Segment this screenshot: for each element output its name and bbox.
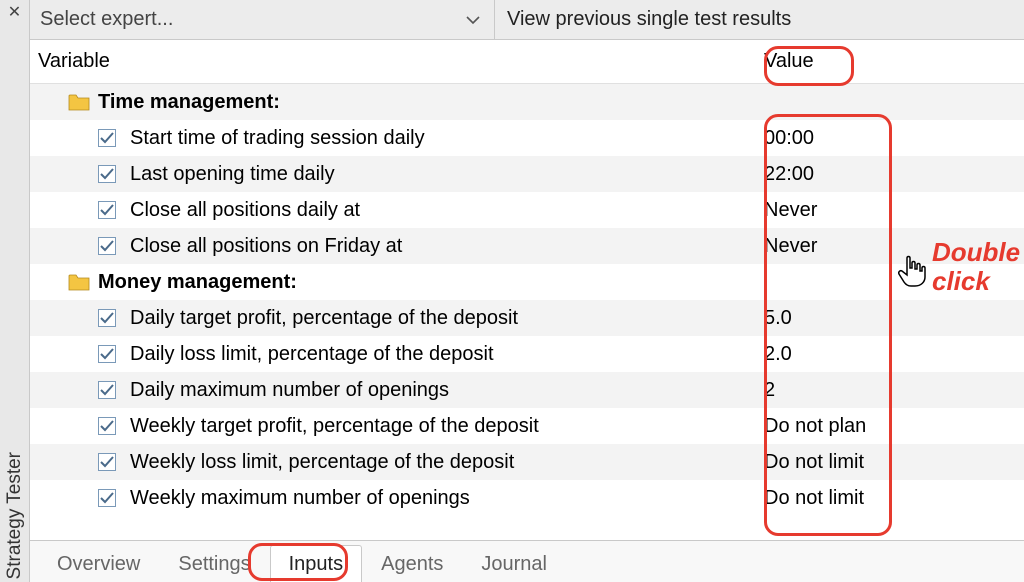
- tab-journal[interactable]: Journal: [462, 545, 566, 582]
- group-header[interactable]: Money management:: [30, 264, 1024, 300]
- input-row[interactable]: Daily loss limit, percentage of the depo…: [30, 336, 1024, 372]
- tabs: OverviewSettingsInputsAgentsJournal: [30, 540, 1024, 582]
- input-value-cell[interactable]: 2.0: [752, 343, 1024, 366]
- chevron-down-icon: [466, 8, 480, 31]
- checkbox[interactable]: [98, 201, 116, 219]
- group-label: Time management:: [98, 91, 752, 114]
- input-value-cell[interactable]: 5.0: [752, 307, 1024, 330]
- tab-settings[interactable]: Settings: [159, 545, 269, 582]
- column-header-value[interactable]: Value: [752, 50, 1024, 73]
- checkbox[interactable]: [98, 417, 116, 435]
- tab-agents[interactable]: Agents: [362, 545, 462, 582]
- group-header[interactable]: Time management:: [30, 84, 1024, 120]
- close-icon[interactable]: ✕: [0, 0, 29, 24]
- input-row[interactable]: Weekly loss limit, percentage of the dep…: [30, 444, 1024, 480]
- input-row[interactable]: Last opening time daily22:00: [30, 156, 1024, 192]
- group-label: Money management:: [98, 271, 752, 294]
- checkbox[interactable]: [98, 489, 116, 507]
- checkbox[interactable]: [98, 453, 116, 471]
- input-row[interactable]: Daily target profit, percentage of the d…: [30, 300, 1024, 336]
- input-value-cell[interactable]: 2: [752, 379, 1024, 402]
- tab-overview[interactable]: Overview: [38, 545, 159, 582]
- input-row[interactable]: Weekly target profit, percentage of the …: [30, 408, 1024, 444]
- input-row[interactable]: Start time of trading session daily00:00: [30, 120, 1024, 156]
- tab-inputs[interactable]: Inputs: [270, 545, 362, 582]
- checkbox[interactable]: [98, 165, 116, 183]
- expert-select-placeholder: Select expert...: [40, 8, 173, 31]
- sidebar-title: Strategy Tester: [0, 24, 29, 582]
- column-header-variable[interactable]: Variable: [38, 50, 752, 73]
- input-variable-label: Weekly maximum number of openings: [130, 487, 752, 510]
- input-row[interactable]: Close all positions on Friday atNever: [30, 228, 1024, 264]
- input-value-cell[interactable]: Do not plan: [752, 415, 1024, 438]
- folder-icon: [68, 93, 90, 111]
- folder-icon: [68, 273, 90, 291]
- checkbox[interactable]: [98, 129, 116, 147]
- input-variable-label: Weekly target profit, percentage of the …: [130, 415, 752, 438]
- expert-select[interactable]: Select expert...: [30, 0, 495, 39]
- checkbox[interactable]: [98, 309, 116, 327]
- input-variable-label: Daily loss limit, percentage of the depo…: [130, 343, 752, 366]
- inputs-grid: Variable Value Time management: Start tim…: [30, 40, 1024, 540]
- grid-header: Variable Value: [30, 40, 1024, 84]
- input-variable-label: Daily maximum number of openings: [130, 379, 752, 402]
- checkbox[interactable]: [98, 381, 116, 399]
- input-value-cell[interactable]: 00:00: [752, 127, 1024, 150]
- input-variable-label: Daily target profit, percentage of the d…: [130, 307, 752, 330]
- input-variable-label: Start time of trading session daily: [130, 127, 752, 150]
- input-variable-label: Last opening time daily: [130, 163, 752, 186]
- input-value-cell[interactable]: Never: [752, 235, 1024, 258]
- input-variable-label: Weekly loss limit, percentage of the dep…: [130, 451, 752, 474]
- input-row[interactable]: Weekly maximum number of openingsDo not …: [30, 480, 1024, 516]
- input-row[interactable]: Close all positions daily atNever: [30, 192, 1024, 228]
- input-value-cell[interactable]: Do not limit: [752, 451, 1024, 474]
- input-row[interactable]: Daily maximum number of openings2: [30, 372, 1024, 408]
- previous-results-link[interactable]: View previous single test results: [495, 0, 1024, 39]
- sidebar: ✕ Strategy Tester: [0, 0, 30, 582]
- topbar: Select expert... View previous single te…: [30, 0, 1024, 40]
- input-value-cell[interactable]: Do not limit: [752, 487, 1024, 510]
- checkbox[interactable]: [98, 237, 116, 255]
- input-variable-label: Close all positions daily at: [130, 199, 752, 222]
- input-variable-label: Close all positions on Friday at: [130, 235, 752, 258]
- checkbox[interactable]: [98, 345, 116, 363]
- input-value-cell[interactable]: Never: [752, 199, 1024, 222]
- input-value-cell[interactable]: 22:00: [752, 163, 1024, 186]
